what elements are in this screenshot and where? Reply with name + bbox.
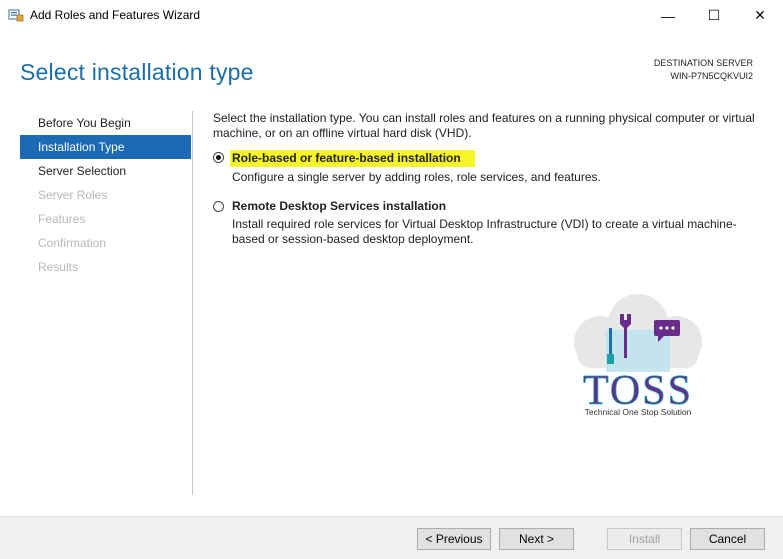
wizard-nav: Before You Begin Installation Type Serve… bbox=[20, 111, 191, 279]
nav-item-installation-type[interactable]: Installation Type bbox=[20, 135, 191, 159]
install-button: Install bbox=[607, 528, 682, 550]
option-remote-desktop-label[interactable]: Remote Desktop Services installation bbox=[232, 199, 446, 214]
wizard-footer: < Previous Next > Install Cancel bbox=[0, 516, 783, 559]
cancel-button[interactable]: Cancel bbox=[690, 528, 765, 550]
previous-button[interactable]: < Previous bbox=[417, 528, 491, 550]
nav-item-server-selection[interactable]: Server Selection bbox=[20, 159, 191, 183]
maximize-button[interactable]: ☐ bbox=[691, 0, 737, 31]
nav-item-features: Features bbox=[38, 212, 86, 226]
radio-remote-desktop[interactable] bbox=[213, 201, 224, 212]
nav-item-confirmation: Confirmation bbox=[38, 236, 107, 250]
brand-tagline: Technical One Stop Solution bbox=[585, 407, 692, 417]
option-role-based[interactable]: Role-based or feature-based installation… bbox=[213, 150, 763, 185]
option-remote-desktop-desc: Install required role services for Virtu… bbox=[232, 217, 737, 246]
nav-item-server-roles: Server Roles bbox=[38, 188, 108, 202]
page-title: Select installation type bbox=[20, 59, 254, 85]
radio-role-based[interactable] bbox=[213, 152, 224, 163]
destination-server-name: WIN-P7N5CQKVUI2 bbox=[670, 71, 753, 81]
minimize-button[interactable]: — bbox=[645, 0, 691, 31]
nav-divider bbox=[192, 111, 193, 495]
next-button[interactable]: Next > bbox=[499, 528, 574, 550]
wizard-header: Select installation type DESTINATION SER… bbox=[0, 31, 783, 103]
title-bar: Add Roles and Features Wizard — ☐ ✕ bbox=[0, 0, 783, 31]
option-role-based-desc: Configure a single server by adding role… bbox=[232, 170, 601, 184]
option-role-based-label[interactable]: Role-based or feature-based installation bbox=[230, 150, 475, 167]
destination-server-label: DESTINATION SERVER bbox=[653, 58, 753, 68]
nav-item-results: Results bbox=[38, 260, 79, 274]
window-title: Add Roles and Features Wizard bbox=[30, 8, 201, 22]
toss-watermark-logo: TOSS Technical One Stop Solution bbox=[574, 294, 702, 417]
nav-item-before-you-begin[interactable]: Before You Begin bbox=[20, 111, 191, 135]
close-button[interactable]: ✕ bbox=[737, 0, 783, 31]
intro-text: Select the installation type. You can in… bbox=[213, 111, 755, 140]
minimize-icon: — bbox=[661, 7, 675, 24]
close-icon: ✕ bbox=[754, 7, 766, 23]
main-content: Select the installation type. You can in… bbox=[213, 111, 763, 261]
maximize-icon: ☐ bbox=[707, 7, 721, 23]
destination-server: DESTINATION SERVER WIN-P7N5CQKVUI2 bbox=[654, 57, 753, 83]
option-remote-desktop[interactable]: Remote Desktop Services installation Ins… bbox=[213, 199, 763, 247]
server-manager-icon bbox=[8, 9, 24, 22]
